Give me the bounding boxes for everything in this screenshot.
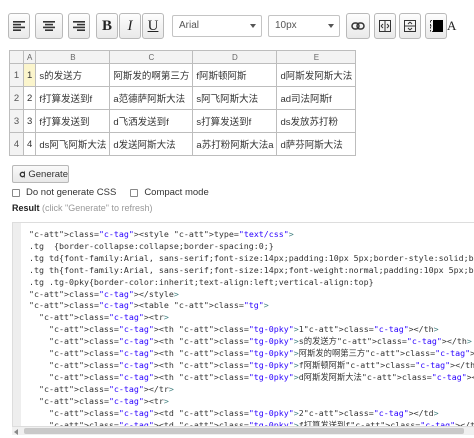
scrollbar-thumb[interactable] — [24, 428, 464, 434]
code-line: "c-att">class="c-tag"><th "c-att">class=… — [48, 371, 474, 382]
link-button[interactable] — [346, 13, 370, 39]
font-family-select[interactable]: Arial — [172, 15, 262, 37]
table-cell[interactable]: s打算发送到f — [192, 109, 278, 133]
align-center-button[interactable] — [35, 13, 63, 39]
table-cell[interactable]: d发送阿斯大法 — [109, 132, 194, 156]
grid-corner — [9, 50, 24, 64]
column-header-c[interactable]: C — [109, 50, 194, 64]
table-grid-editor: A B C D E 1 1 s的发送方 阿斯发的啊第三方 f阿斯顿阿斯 d阿斯发… — [9, 50, 357, 156]
compact-mode-checkbox[interactable] — [130, 188, 139, 197]
table-cell[interactable]: d飞洒发送到f — [109, 109, 194, 133]
table-row: 1 1 s的发送方 阿斯发的啊第三方 f阿斯顿阿斯 d阿斯发阿斯大法 — [9, 63, 357, 87]
align-left-icon — [13, 21, 25, 31]
table-row: 2 2 f打算发送到f a范德萨阿斯大法 s阿飞阿斯大法 ad司法阿斯f — [9, 86, 357, 110]
table-cell[interactable]: d萨芬阿斯大法 — [276, 132, 357, 156]
row-header[interactable]: 4 — [9, 132, 24, 156]
column-header-d[interactable]: D — [192, 50, 278, 64]
text-color-picker[interactable]: A — [430, 13, 470, 39]
code-line: "c-att">class="c-tag"><tr> — [39, 312, 169, 323]
table-cell[interactable]: f打算发送到 — [35, 109, 111, 133]
table-cell[interactable]: 3 — [22, 109, 37, 133]
result-title: Result — [12, 203, 40, 213]
color-swatch — [433, 20, 443, 32]
align-left-button[interactable] — [8, 13, 30, 39]
table-cell[interactable]: 4 — [22, 132, 37, 156]
code-line: "c-att">class="c-tag"><style "c-att">typ… — [29, 229, 294, 239]
table-cell[interactable]: ds发放苏打粉 — [276, 109, 357, 133]
link-icon — [351, 22, 365, 30]
horizontal-scrollbar[interactable] — [12, 426, 474, 435]
code-line: "c-att">class="c-tag"><td "c-att">class=… — [48, 407, 439, 418]
generate-label: Generate — [28, 168, 68, 180]
code-line: "c-att">class="c-tag"><th "c-att">class=… — [48, 336, 472, 347]
italic-button[interactable]: I — [119, 13, 141, 39]
table-row: 3 3 f打算发送到 d飞洒发送到f s打算发送到f ds发放苏打粉 — [9, 109, 357, 133]
row-header[interactable]: 2 — [9, 86, 24, 110]
gears-icon — [19, 169, 26, 178]
split-column-icon — [379, 20, 391, 32]
underline-button[interactable]: U — [142, 13, 164, 39]
code-output[interactable]: "c-att">class="c-tag"><style "c-att">typ… — [12, 222, 474, 428]
align-right-button[interactable] — [68, 13, 90, 39]
column-header-b[interactable]: B — [35, 50, 111, 64]
code-line: "c-att">class="c-tag"><table "c-att">cla… — [29, 300, 269, 311]
code-line: "c-att">class="c-tag"><th "c-att">class=… — [48, 348, 474, 359]
toolbar: B I U Arial 10px A — [8, 13, 470, 39]
no-css-label: Do not generate CSS — [26, 187, 117, 198]
table-cell[interactable]: 阿斯发的啊第三方 — [109, 63, 194, 87]
table-cell[interactable]: f打算发送到f — [35, 86, 111, 110]
code-line: "c-att">class="c-tag"></style> — [29, 288, 179, 299]
code-line: "c-att">class="c-tag"><th "c-att">class=… — [48, 359, 474, 370]
table-cell[interactable]: s阿飞阿斯大法 — [192, 86, 278, 110]
code-line: .tg {border-collapse:collapse;border-spa… — [29, 240, 274, 251]
code-line: "c-att">class="c-tag"></tr> — [39, 383, 174, 394]
merge-row-button[interactable] — [399, 13, 421, 39]
code-line: "c-att">class="c-tag"><tr> — [39, 395, 169, 406]
table-cell[interactable]: a范德萨阿斯大法 — [109, 86, 194, 110]
chevron-down-icon — [328, 24, 334, 28]
code-line: "c-att">class="c-tag"><th "c-att">class=… — [48, 324, 439, 335]
result-hint: (click "Generate" to refresh) — [42, 203, 153, 213]
table-cell[interactable]: 1 — [22, 63, 37, 87]
font-size-select[interactable]: 10px — [268, 15, 340, 37]
column-header-a[interactable]: A — [22, 50, 37, 64]
result-heading: Result (click "Generate" to refresh) — [12, 203, 152, 213]
font-family-value: Arial — [179, 20, 200, 31]
align-right-icon — [73, 21, 85, 31]
text-color-icon: A — [447, 18, 457, 33]
chevron-down-icon — [250, 24, 256, 28]
code-line: .tg td{font-family:Arial, sans-serif;fon… — [29, 252, 474, 263]
table-cell[interactable]: 2 — [22, 86, 37, 110]
code-line: .tg th{font-family:Arial, sans-serif;fon… — [29, 264, 474, 275]
compact-mode-label: Compact mode — [144, 187, 209, 198]
no-css-checkbox[interactable] — [12, 188, 20, 197]
row-header[interactable]: 3 — [9, 109, 24, 133]
split-column-button[interactable] — [374, 13, 396, 39]
table-cell[interactable]: s的发送方 — [35, 63, 111, 87]
table-cell[interactable]: ds阿飞阿斯大法 — [35, 132, 111, 156]
table-row: 4 4 ds阿飞阿斯大法 d发送阿斯大法 a苏打粉阿斯大法a d萨芬阿斯大法 — [9, 132, 357, 156]
column-header-e[interactable]: E — [276, 50, 357, 64]
merge-row-icon — [404, 20, 416, 32]
options-row: Do not generate CSS Compact mode — [12, 187, 209, 198]
code-gutter — [13, 223, 21, 427]
code-line: .tg .tg-0pky{border-color:inherit;text-a… — [29, 276, 374, 287]
code-lines: "c-att">class="c-tag"><style "c-att">typ… — [29, 229, 474, 427]
bold-button[interactable]: B — [96, 13, 118, 39]
table-cell[interactable]: a苏打粉阿斯大法a — [192, 132, 278, 156]
table-cell[interactable]: ad司法阿斯f — [276, 86, 357, 110]
table-cell[interactable]: f阿斯顿阿斯 — [192, 63, 278, 87]
font-size-value: 10px — [275, 20, 297, 31]
generate-button[interactable]: Generate — [12, 165, 69, 183]
scroll-left-icon[interactable] — [14, 429, 18, 435]
align-center-icon — [43, 21, 55, 31]
table-cell[interactable]: d阿斯发阿斯大法 — [276, 63, 357, 87]
row-header[interactable]: 1 — [9, 63, 24, 87]
